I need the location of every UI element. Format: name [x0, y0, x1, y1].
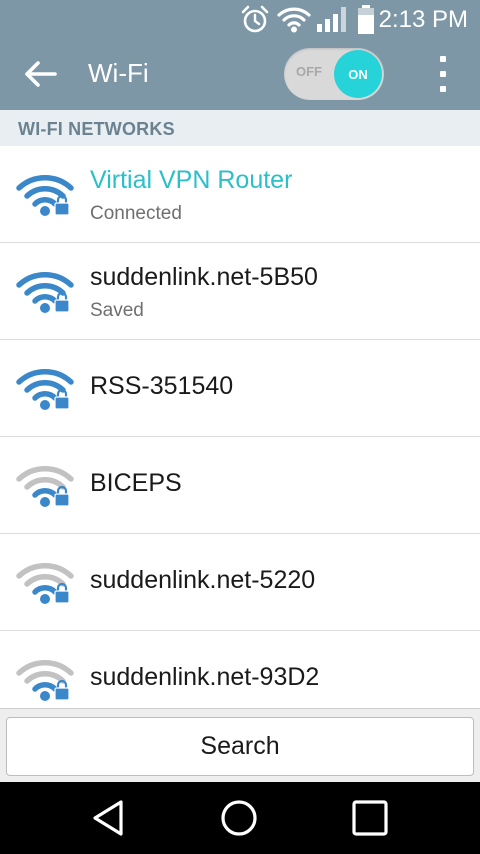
nav-back-button[interactable] — [88, 798, 128, 838]
wifi-strong-locked-icon — [16, 174, 74, 216]
section-header-label: WI-FI NETWORKS — [18, 119, 175, 139]
search-button[interactable]: Search — [6, 717, 474, 776]
bottom-action-bar: Search — [0, 708, 480, 782]
battery-icon — [358, 5, 374, 34]
wifi-weak-locked-icon — [16, 659, 74, 701]
toggle-on-label: ON — [348, 66, 368, 82]
toggle-knob: ON — [334, 50, 382, 98]
network-status: Saved — [90, 300, 144, 321]
network-item[interactable]: Virtial VPN Router Connected — [0, 146, 480, 243]
navigation-bar — [0, 782, 480, 854]
network-item[interactable]: suddenlink.net-93D2 — [0, 631, 480, 708]
network-item[interactable]: suddenlink.net-5220 — [0, 534, 480, 631]
alarm-icon — [241, 5, 269, 33]
status-time: 2:13 PM — [378, 6, 468, 33]
back-button[interactable] — [18, 54, 62, 94]
page-title: Wi-Fi — [88, 58, 149, 88]
network-name: Virtial VPN Router — [90, 166, 293, 194]
network-item[interactable]: RSS-351540 — [0, 340, 480, 437]
cell-signal-icon — [317, 7, 346, 32]
wifi-signal-icon — [277, 7, 311, 33]
network-item[interactable]: suddenlink.net-5B50 Saved — [0, 243, 480, 340]
network-name: RSS-351540 — [90, 372, 234, 400]
wifi-weak-locked-icon — [16, 465, 74, 507]
network-name: suddenlink.net-93D2 — [90, 663, 320, 691]
network-name: BICEPS — [90, 469, 182, 497]
toggle-off-label: OFF — [296, 64, 322, 79]
home-circle-icon — [221, 800, 257, 836]
app-bar: Wi-Fi OFF ON — [0, 38, 480, 110]
wifi-weak-locked-icon — [16, 562, 74, 604]
network-item[interactable]: BICEPS — [0, 437, 480, 534]
more-options-button[interactable] — [428, 52, 458, 96]
network-name: suddenlink.net-5220 — [90, 566, 316, 594]
arrow-left-icon — [25, 61, 57, 87]
wifi-toggle[interactable]: OFF ON — [284, 48, 384, 100]
wifi-network-list: Virtial VPN Router Connected suddenlink.… — [0, 146, 480, 708]
status-bar: 2:13 PM — [0, 0, 480, 38]
nav-home-button[interactable] — [219, 798, 259, 838]
recents-square-icon — [352, 800, 388, 836]
section-header: WI-FI NETWORKS — [0, 110, 480, 146]
more-vert-icon — [440, 56, 446, 62]
network-status: Connected — [90, 203, 182, 224]
network-name: suddenlink.net-5B50 — [90, 263, 318, 291]
back-triangle-icon — [93, 800, 123, 836]
nav-recents-button[interactable] — [350, 798, 390, 838]
wifi-strong-locked-icon — [16, 271, 74, 313]
wifi-strong-locked-icon — [16, 368, 74, 410]
